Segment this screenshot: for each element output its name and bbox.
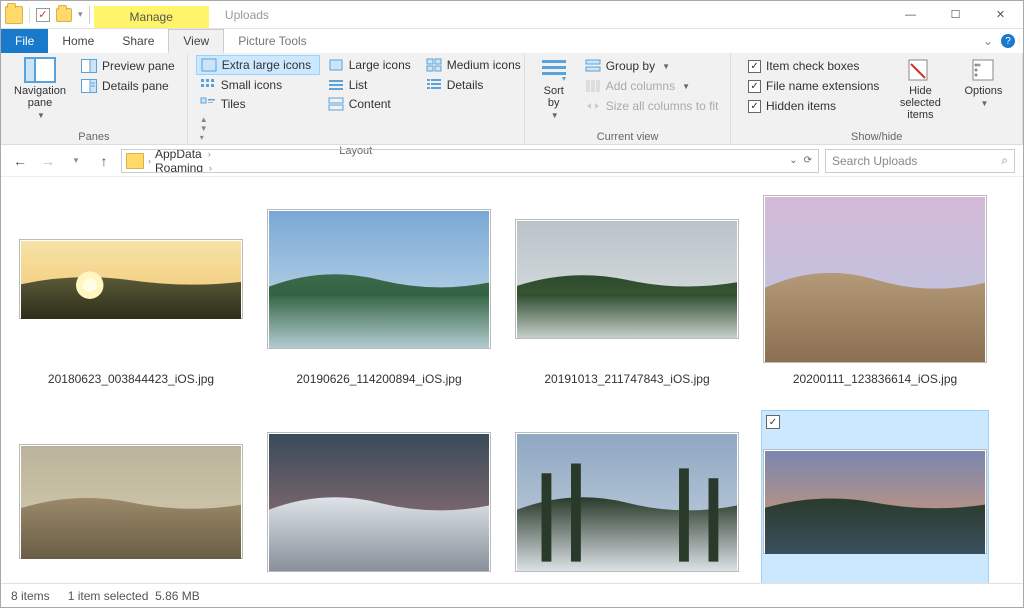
layout-scroll-up-icon[interactable]: ▲ [200, 115, 208, 124]
tab-view[interactable]: View [168, 29, 224, 53]
file-extensions-toggle[interactable]: ✓File name extensions [744, 77, 883, 95]
layout-details[interactable]: Details [422, 76, 488, 94]
recent-locations-icon[interactable]: ▾ [65, 150, 87, 172]
quick-access-toolbar: ✓ ▾ [1, 6, 94, 24]
minimize-button[interactable]: — [888, 1, 933, 29]
title-bar: ✓ ▾ Manage Uploads — ☐ ✕ [1, 1, 1023, 29]
layout-small-icons[interactable]: Small icons [196, 76, 320, 94]
layout-large-icons[interactable]: Large icons [324, 55, 418, 75]
breadcrumb-bar[interactable]: › This PC›Local Disk (C:)›Users›jeffw›Ap… [121, 149, 819, 173]
search-icon: ⌕ [1001, 153, 1008, 168]
contextual-tab: Manage [94, 1, 209, 28]
qat-customize-icon[interactable]: ▾ [78, 9, 83, 20]
folder-icon [5, 6, 23, 24]
layout-content[interactable]: Content [324, 95, 418, 113]
tab-picture-tools[interactable]: Picture Tools [224, 29, 320, 53]
file-item[interactable]: ✓ 20191013_211747843_iOS.jpg [513, 187, 741, 390]
item-checkboxes-toggle[interactable]: ✓Item check boxes [744, 57, 883, 75]
manage-tab-label[interactable]: Manage [94, 6, 209, 28]
file-item[interactable]: ✓ 20180623_003844423_iOS.jpg [17, 187, 245, 390]
layout-expand-icon[interactable]: ▾ [200, 133, 208, 142]
options-button[interactable]: Options ▼ [957, 55, 1009, 110]
details-pane-button[interactable]: Details pane [77, 77, 179, 95]
file-item[interactable]: ✓ 20200118_130307007_iOS.jpg [265, 410, 493, 583]
breadcrumb-segment[interactable]: AppData› [155, 149, 245, 161]
thumbnail [763, 449, 987, 554]
group-current-view: Sort by ▼ Group by▼ Add columns▼ Size al… [525, 53, 732, 144]
back-button[interactable]: ← [9, 150, 31, 172]
layout-list[interactable]: List [324, 76, 418, 94]
window-controls: — ☐ ✕ [888, 1, 1023, 29]
file-item[interactable]: ✓ 20200202_145858471_iOS.jpg [761, 410, 989, 583]
tab-home[interactable]: Home [48, 29, 108, 53]
tab-share[interactable]: Share [108, 29, 168, 53]
thumbnail [19, 239, 243, 319]
collapse-ribbon-icon[interactable]: ⌄ [983, 34, 993, 48]
navigation-pane-button[interactable]: Navigation pane ▼ [9, 55, 71, 122]
selection-checkbox-icon[interactable]: ✓ [766, 415, 780, 429]
group-by-button[interactable]: Group by▼ [581, 57, 723, 75]
file-name: 20190626_114200894_iOS.jpg [296, 366, 461, 386]
group-panes: Navigation pane ▼ Preview pane Details p… [1, 53, 188, 144]
status-item-count: 8 items [11, 589, 50, 603]
group-label-panes: Panes [78, 130, 109, 143]
size-columns-button: Size all columns to fit [581, 97, 723, 115]
preview-pane-button[interactable]: Preview pane [77, 57, 179, 75]
address-bar: ← → ▾ ↑ › This PC›Local Disk (C:)›Users›… [1, 145, 1023, 177]
layout-tiles[interactable]: Tiles [196, 95, 320, 113]
thumbnail [763, 195, 987, 363]
tab-file[interactable]: File [1, 29, 48, 53]
status-selection: 1 item selected [68, 589, 149, 603]
thumbnail [515, 432, 739, 572]
layout-extra-large-icons[interactable]: Extra large icons [196, 55, 320, 75]
ribbon-right: ⌄ ? [975, 29, 1023, 53]
sort-by-button[interactable]: Sort by ▼ [533, 55, 575, 122]
thumbnail [267, 209, 491, 349]
file-list[interactable]: ✓ 20180623_003844423_iOS.jpg✓ 20190626_1… [1, 177, 1023, 583]
up-button[interactable]: ↑ [93, 150, 115, 172]
address-dropdown-icon[interactable]: ⌄ [789, 155, 797, 166]
window-title: Uploads [209, 4, 285, 26]
file-item[interactable]: ✓ 20200111_123836614_iOS.jpg [761, 187, 989, 390]
forward-button[interactable]: → [37, 150, 59, 172]
qat-properties-icon[interactable]: ✓ [36, 8, 50, 22]
ribbon: Navigation pane ▼ Preview pane Details p… [1, 53, 1023, 145]
qat-new-folder-icon[interactable] [56, 8, 72, 22]
file-name: 20180623_003844423_iOS.jpg [48, 366, 214, 386]
status-bar: 8 items 1 item selected 5.86 MB [1, 583, 1023, 607]
hidden-items-toggle[interactable]: ✓Hidden items [744, 97, 883, 115]
status-size: 5.86 MB [155, 589, 200, 603]
layout-medium-icons[interactable]: Medium icons [422, 55, 525, 75]
group-show-hide: ✓Item check boxes ✓File name extensions … [731, 53, 1023, 144]
breadcrumb-segment[interactable]: Roaming› [155, 161, 245, 173]
close-button[interactable]: ✕ [978, 1, 1023, 29]
maximize-button[interactable]: ☐ [933, 1, 978, 29]
refresh-icon[interactable]: ⟳ [804, 155, 812, 166]
file-item[interactable]: ✓ 20190626_114200894_iOS.jpg [265, 187, 493, 390]
thumbnail [19, 444, 243, 559]
group-label-show-hide: Show/hide [851, 130, 902, 143]
ribbon-tabs: File Home Share View Picture Tools ⌄ ? [1, 29, 1023, 53]
file-name: 20191013_211747843_iOS.jpg [544, 366, 709, 386]
add-columns-button: Add columns▼ [581, 77, 723, 95]
thumbnail [267, 432, 491, 572]
layout-scroll-down-icon[interactable]: ▼ [200, 124, 208, 133]
search-input[interactable]: Search Uploads ⌕ [825, 149, 1015, 173]
file-item[interactable]: ✓ 20200111_145549613_iOS.jpg [17, 410, 245, 583]
group-label-current-view: Current view [597, 130, 659, 143]
thumbnail [515, 219, 739, 339]
hide-selected-button[interactable]: Hide selected items [889, 55, 951, 123]
folder-icon [126, 153, 144, 169]
file-name: 20200111_123836614_iOS.jpg [793, 366, 957, 386]
group-layout: Extra large icons Large icons Medium ico… [188, 53, 525, 144]
file-item[interactable]: ✓ 20200118_163925404_iOS.jpg [513, 410, 741, 583]
help-icon[interactable]: ? [1001, 34, 1015, 48]
